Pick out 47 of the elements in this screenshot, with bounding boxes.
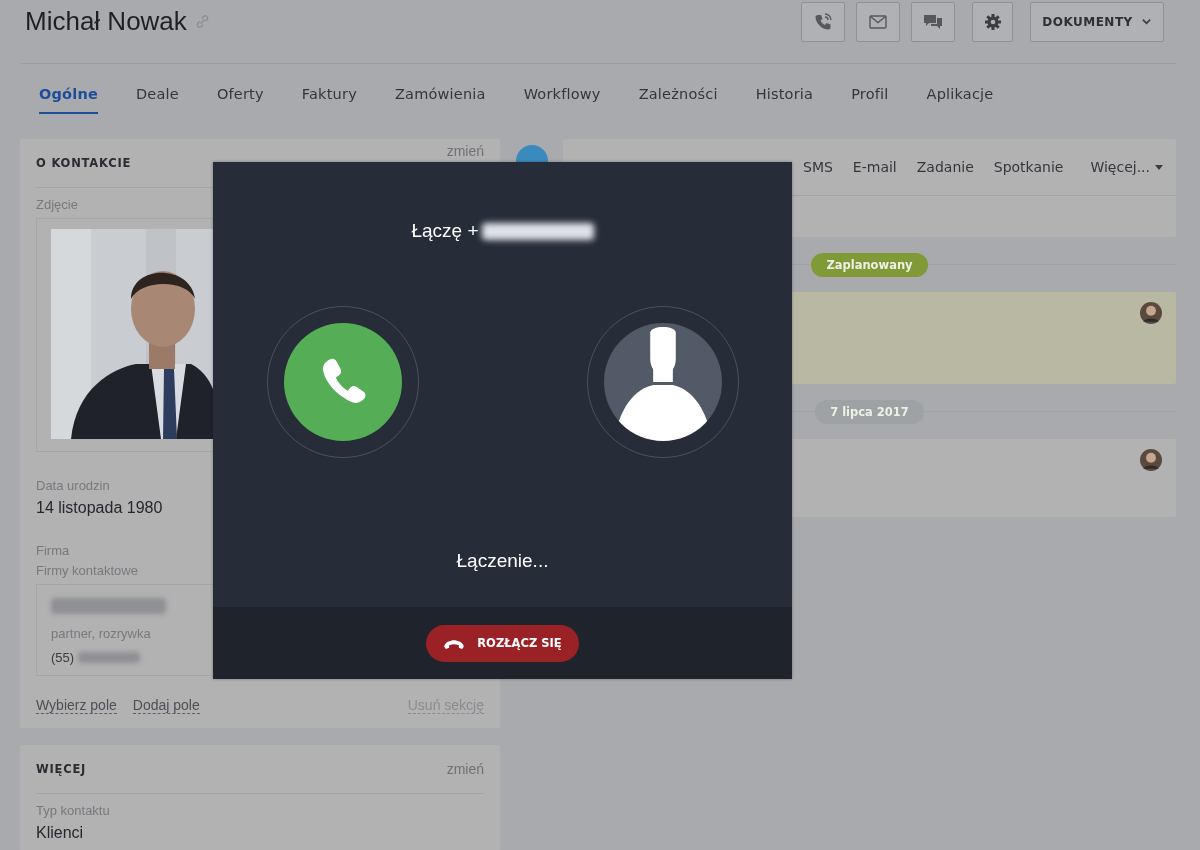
nav-tab[interactable]: Ogólne — [39, 86, 98, 114]
documents-button[interactable]: DOKUMENTY — [1030, 1, 1164, 42]
action-link[interactable]: Dodaj pole — [132, 697, 200, 714]
activity-tab[interactable]: Spotkanie — [993, 159, 1064, 175]
redacted-text — [78, 652, 141, 663]
avatar-icon — [1140, 449, 1162, 471]
date-badge: 7 lipca 2017 — [815, 399, 924, 424]
phone-button[interactable] — [801, 1, 845, 42]
person-silhouette-icon — [603, 323, 722, 441]
hang-up-button[interactable]: ROZŁĄCZ SIĘ — [426, 624, 579, 662]
nav-tab[interactable]: Historia — [755, 86, 814, 112]
call-status: Łączenie... — [456, 550, 549, 572]
field-label: Zdjęcie — [36, 197, 79, 212]
avatar-icon — [1140, 302, 1162, 324]
phone-icon — [813, 11, 833, 32]
chevron-down-icon — [1140, 16, 1152, 27]
link-icon — [194, 14, 210, 29]
field-label: Data urodzin — [36, 478, 111, 493]
field-label: Typ kontaktu — [36, 803, 111, 818]
nav-tab[interactable]: Faktury — [301, 86, 357, 112]
nav-tab[interactable]: Zamówienia — [394, 86, 486, 112]
calling-label: Łączę + — [411, 220, 479, 242]
caret-icon — [1155, 164, 1163, 170]
section-title: O KONTAKCIE — [36, 156, 132, 170]
activity-tab[interactable]: SMS — [803, 159, 833, 175]
settings-button[interactable] — [972, 1, 1013, 42]
more-dropdown[interactable]: Więcej... — [1090, 159, 1163, 175]
nav-tab[interactable]: Deale — [136, 86, 179, 112]
settings-icon — [982, 11, 1003, 32]
chat-button[interactable] — [911, 1, 955, 42]
section-title: WIĘCEJ — [36, 762, 87, 776]
field-label: Firma — [36, 543, 71, 558]
nav-tab[interactable]: Workflowy — [523, 86, 601, 112]
nav-tab[interactable]: Zależności — [638, 86, 718, 112]
activity-tab[interactable]: Zadanie — [916, 159, 974, 175]
mail-button[interactable] — [856, 1, 900, 42]
nav-tab[interactable]: Aplikacje — [926, 86, 994, 112]
action-link[interactable]: Wybierz pole — [36, 697, 117, 714]
date-badge: Zaplanowany — [811, 252, 928, 277]
contact-name: Michał Nowak — [25, 6, 187, 37]
phone-prefix: (55) — [51, 650, 75, 665]
field-value: Klienci — [36, 824, 85, 842]
activity-tab[interactable]: E-mail — [852, 159, 897, 175]
field-value: 14 listopada 1980 — [36, 499, 164, 517]
nav-tab[interactable]: Oferty — [216, 86, 264, 112]
field-label: Firmy kontaktowe — [36, 563, 139, 578]
nav-tab[interactable]: Profil — [851, 86, 889, 112]
